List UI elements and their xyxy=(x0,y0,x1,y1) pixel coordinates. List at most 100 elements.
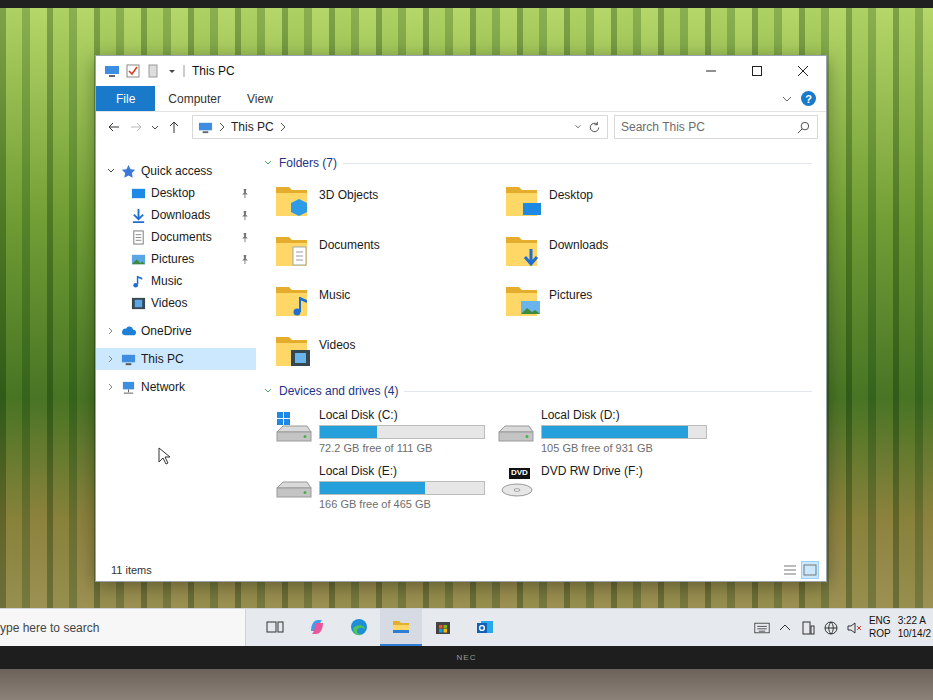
drive-item[interactable]: DVDDVD RW Drive (F:) xyxy=(495,460,725,516)
device-icon[interactable] xyxy=(800,620,816,636)
pin-icon[interactable] xyxy=(239,210,250,221)
folder-item[interactable]: Music xyxy=(273,276,503,326)
drive-item[interactable]: Local Disk (E:)166 GB free of 465 GB xyxy=(273,460,495,516)
touch-keyboard-icon[interactable] xyxy=(754,620,770,636)
ribbon-tab[interactable]: Computer xyxy=(155,86,234,111)
file-explorer-window: This PCFileComputerView?This PCSearch Th… xyxy=(95,55,827,582)
nav-label: Quick access xyxy=(141,164,212,178)
search-placeholder: ype here to search xyxy=(0,621,99,635)
chevron-icon[interactable] xyxy=(279,121,287,133)
network-globe-icon[interactable] xyxy=(823,620,839,636)
breadcrumb[interactable]: This PC xyxy=(231,120,274,134)
folder-item[interactable]: Desktop xyxy=(503,176,733,226)
taskbar-app[interactable] xyxy=(338,609,380,646)
cube-folder-icon xyxy=(273,181,313,221)
folder-item[interactable]: Videos xyxy=(273,326,503,376)
nav-item[interactable]: OneDrive xyxy=(96,320,256,342)
nav-item[interactable]: This PC xyxy=(96,348,256,370)
folder-label: Pictures xyxy=(549,288,592,302)
language-code: ENG xyxy=(869,615,891,628)
disk-icon xyxy=(495,408,535,448)
taskbar-app[interactable] xyxy=(254,609,296,646)
nav-item[interactable]: Videos xyxy=(96,292,256,314)
date: 10/14/2 xyxy=(898,628,931,641)
taskbar-app[interactable] xyxy=(422,609,464,646)
section-header[interactable]: Folders (7) xyxy=(263,154,812,172)
taskbar-app[interactable] xyxy=(380,609,422,646)
expand-icon[interactable] xyxy=(106,354,116,364)
taskbar-app[interactable] xyxy=(296,609,338,646)
drive-item[interactable]: Local Disk (D:)105 GB free of 931 GB xyxy=(495,404,725,460)
back-icon[interactable] xyxy=(106,119,122,135)
search-box[interactable]: Search This PC xyxy=(614,115,818,139)
folder-item[interactable]: Downloads xyxy=(503,226,733,276)
maximize-icon[interactable] xyxy=(734,56,780,86)
history-dropdown-icon[interactable] xyxy=(574,121,582,133)
close-icon[interactable] xyxy=(780,56,826,86)
pin-icon[interactable] xyxy=(239,232,250,243)
title-bar: This PC xyxy=(96,56,826,86)
ribbon-tab[interactable]: View xyxy=(234,86,286,111)
expand-icon[interactable] xyxy=(106,326,116,336)
pc-icon xyxy=(121,352,136,367)
nav-item[interactable]: Pictures xyxy=(96,248,256,270)
address-bar[interactable]: This PC xyxy=(192,115,608,139)
navigation-pane: Quick access Desktop Downloads DocumentsPic… xyxy=(96,142,256,559)
properties-icon[interactable] xyxy=(125,63,141,79)
docs-icon xyxy=(131,230,146,245)
collapse-icon[interactable] xyxy=(263,386,273,396)
content-pane: Folders (7) 3D ObjectsDesktopDocumentsDow… xyxy=(256,142,826,559)
taskbar-app[interactable] xyxy=(464,609,506,646)
expand-icon[interactable] xyxy=(106,382,116,392)
music-icon xyxy=(131,274,146,289)
taskbar-search[interactable]: ype here to search xyxy=(0,609,246,646)
desktop: This PCFileComputerView?This PCSearch Th… xyxy=(0,8,933,608)
nav-item[interactable]: Desktop xyxy=(96,182,256,204)
details-view-icon[interactable] xyxy=(782,562,798,578)
nav-item[interactable]: Network xyxy=(96,376,256,398)
status-bar: 11 items xyxy=(96,559,826,581)
new-folder-icon[interactable] xyxy=(146,63,162,79)
section-header[interactable]: Devices and drives (4) xyxy=(263,382,812,400)
folder-item[interactable]: Pictures xyxy=(503,276,733,326)
pin-icon[interactable] xyxy=(239,188,250,199)
minimize-icon[interactable] xyxy=(688,56,734,86)
folder-item[interactable]: Documents xyxy=(273,226,503,276)
help-button[interactable]: ? xyxy=(801,91,816,106)
copilot-icon xyxy=(307,617,327,637)
section-title: Folders (7) xyxy=(279,156,337,170)
free-space: 72.2 GB free of 111 GB xyxy=(319,442,485,454)
nav-label: Downloads xyxy=(151,208,210,222)
forward-icon[interactable] xyxy=(128,119,144,135)
collapse-icon[interactable] xyxy=(263,158,273,168)
input-language[interactable]: ENGROP xyxy=(869,615,891,640)
cloud-icon xyxy=(121,324,136,339)
pin-icon[interactable] xyxy=(239,254,250,265)
volume-muted-icon[interactable] xyxy=(846,620,862,636)
show-hidden-icons-icon[interactable] xyxy=(777,620,793,636)
nav-item[interactable]: Quick access xyxy=(96,160,256,182)
up-icon[interactable] xyxy=(166,119,182,135)
folder-item[interactable]: 3D Objects xyxy=(273,176,503,226)
chevron-icon[interactable] xyxy=(218,121,226,133)
drive-item[interactable]: Local Disk (C:) 72.2 GB free of 111 GB xyxy=(273,404,495,460)
nav-item[interactable]: Downloads xyxy=(96,204,256,226)
nav-label: Desktop xyxy=(151,186,195,200)
drive-label: Local Disk (C:) xyxy=(319,408,485,422)
docs-folder-icon xyxy=(273,231,313,271)
taskview-icon xyxy=(265,617,285,637)
desktop-folder-icon xyxy=(503,181,543,221)
ribbon-tab[interactable]: File xyxy=(96,86,155,111)
expand-ribbon-icon[interactable] xyxy=(781,93,793,105)
collapse-icon[interactable] xyxy=(106,166,116,176)
dropdown-icon[interactable] xyxy=(167,66,177,76)
large-icons-view-icon[interactable] xyxy=(802,562,818,578)
quick-access-toolbar xyxy=(104,63,186,79)
nav-item[interactable]: Documents xyxy=(96,226,256,248)
recent-icon[interactable] xyxy=(150,119,160,135)
video-folder-icon xyxy=(273,331,313,371)
nav-item[interactable]: Music xyxy=(96,270,256,292)
refresh-icon[interactable] xyxy=(587,120,602,135)
clock[interactable]: 3:22 A10/14/2 xyxy=(898,615,931,640)
monitor-top-bezel xyxy=(0,0,933,8)
